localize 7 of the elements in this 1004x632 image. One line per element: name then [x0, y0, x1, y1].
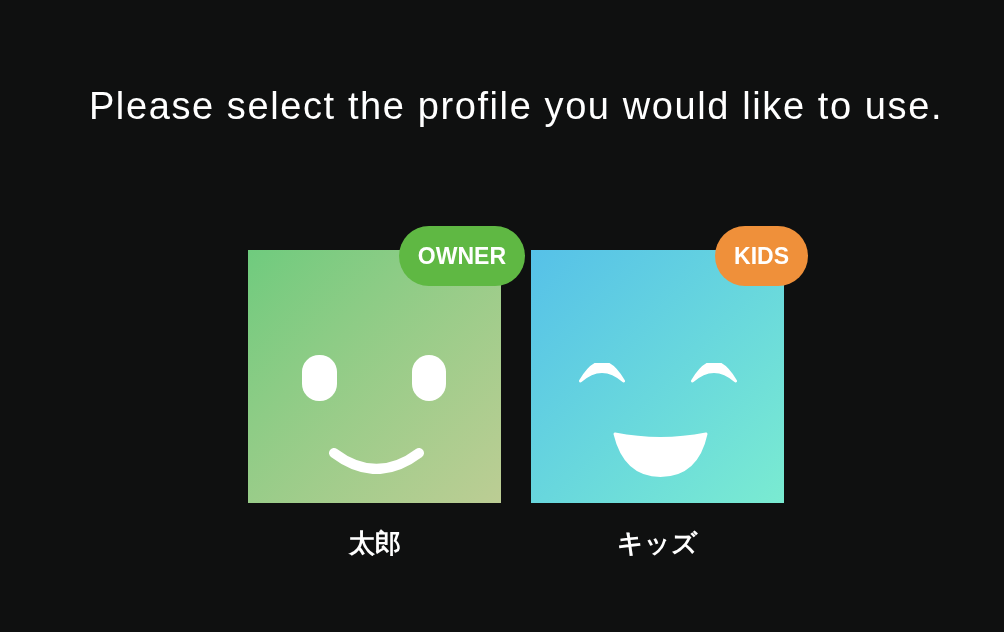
- profile-badge: KIDS: [715, 226, 808, 286]
- profile-name: キッズ: [617, 527, 698, 559]
- smiling-face-icon: [302, 355, 446, 474]
- profile-badge: OWNER: [398, 226, 525, 286]
- laughing-face-icon: [579, 363, 737, 477]
- page-heading: Please select the profile you would like to use.: [88, 84, 944, 128]
- profile-name: 太郎: [348, 527, 401, 559]
